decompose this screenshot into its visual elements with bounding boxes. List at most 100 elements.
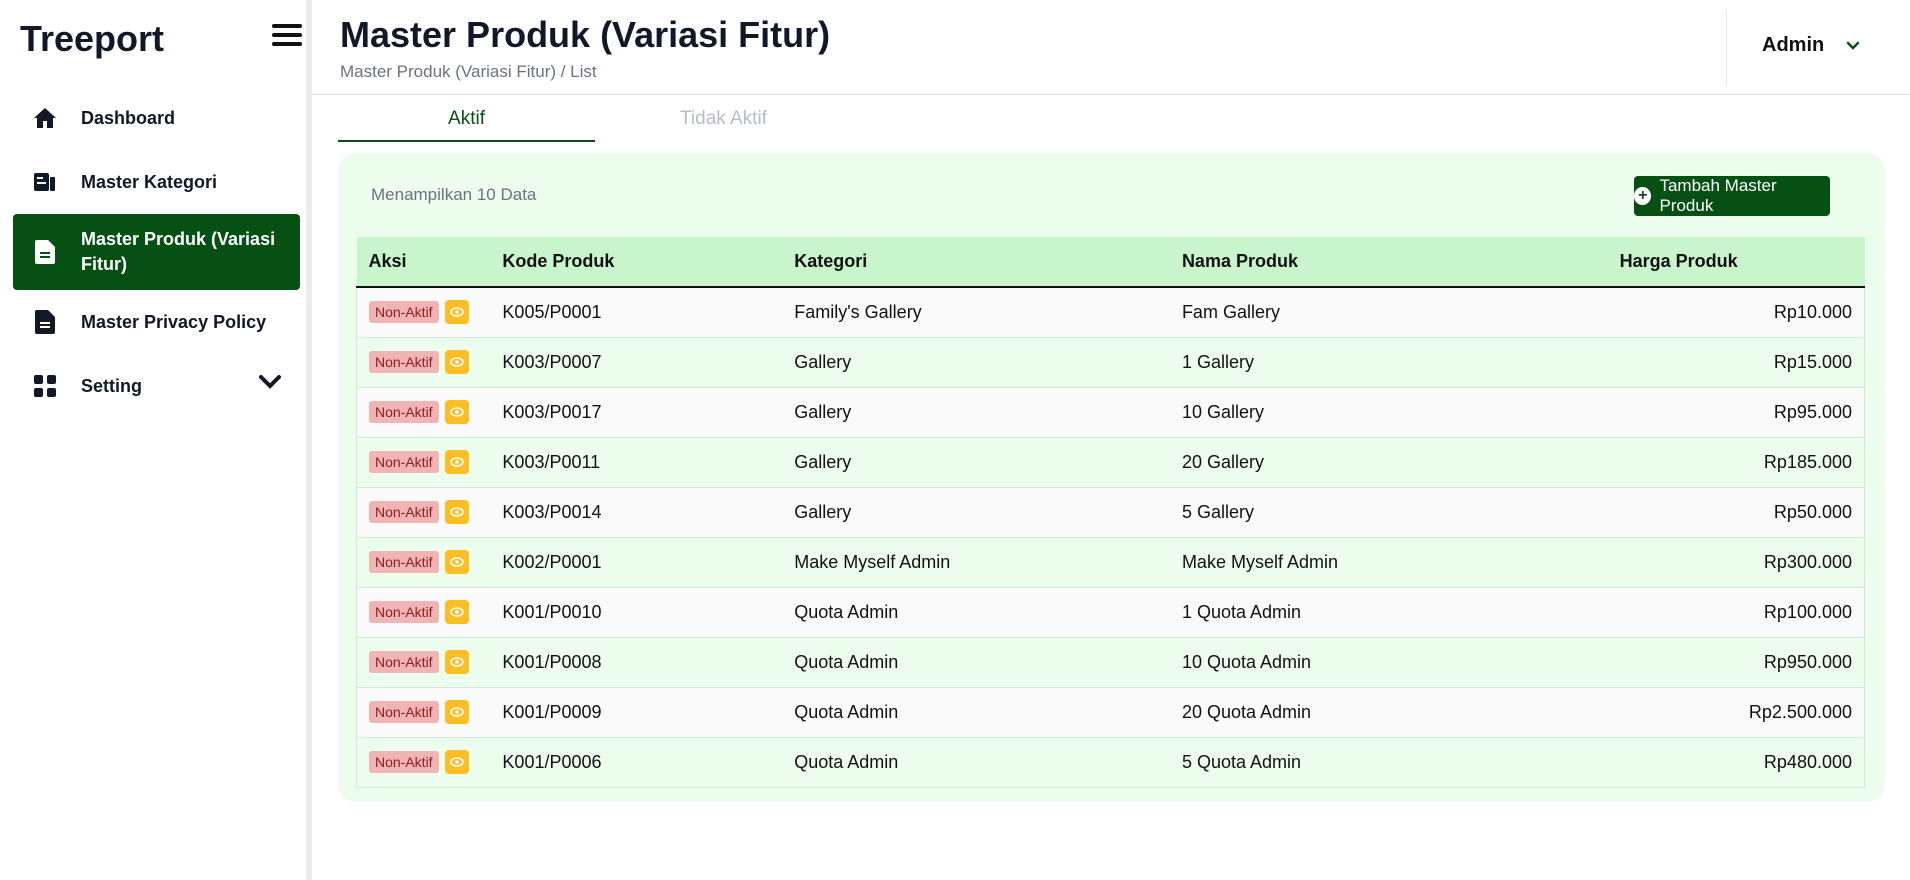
table-row: Non-Aktif K001/P0009 Quota Admin 20 Quota A… [356, 687, 1865, 738]
column-header-harga-produk: Harga Produk [1539, 237, 1865, 288]
product-table: Aksi Kode Produk Kategori Nama Produk Ha… [356, 237, 1865, 788]
add-button-label: Tambah Master Produk [1659, 176, 1777, 215]
sidebar-item-label: Setting [81, 375, 142, 396]
view-eye-icon[interactable] [444, 450, 469, 474]
document-icon [31, 238, 59, 266]
nama-produk-cell: 1 Gallery [1169, 337, 1540, 388]
table-row: Non-Aktif K001/P0008 Quota Admin 10 Quota A… [356, 637, 1865, 688]
harga-produk-cell: Rp480.000 [1539, 737, 1865, 788]
non-aktif-button[interactable]: Non-Aktif [369, 401, 439, 423]
kode-produk-cell: K002/P0001 [490, 537, 783, 588]
view-eye-icon[interactable] [444, 550, 469, 574]
grid-icon [31, 372, 59, 400]
nama-produk-cell: 1 Quota Admin [1169, 587, 1540, 638]
kode-produk-cell: K001/P0006 [490, 737, 783, 788]
table-row: Non-Aktif K003/P0011 Gallery 20 Gallery Rp18… [356, 437, 1865, 488]
action-cell: Non-Aktif [356, 537, 491, 588]
user-name: Admin [1762, 34, 1825, 56]
sidebar-item-label: Master Produk (Variasi Fitur) [81, 228, 276, 274]
non-aktif-button[interactable]: Non-Aktif [369, 701, 439, 723]
kategori-cell: Quota Admin [782, 587, 1170, 638]
harga-produk-cell: Rp95.000 [1539, 387, 1865, 438]
chevron-down-icon [1846, 41, 1860, 50]
kode-produk-cell: K003/P0007 [490, 337, 783, 388]
tab-bar: Aktif Tidak Aktif [338, 96, 853, 142]
harga-produk-cell: Rp2.500.000 [1539, 687, 1865, 738]
table-row: Non-Aktif K001/P0006 Quota Admin 5 Quota Ad… [356, 737, 1865, 788]
view-eye-icon[interactable] [444, 400, 469, 424]
column-header-aksi: Aksi [356, 237, 491, 288]
sidebar-item-setting[interactable]: Setting [13, 354, 300, 418]
non-aktif-button[interactable]: Non-Aktif [369, 601, 439, 623]
sidebar-nav: Dashboard Master Kategori Master Produk … [13, 86, 300, 418]
sidebar-item-master-privacy-policy[interactable]: Master Privacy Policy [13, 290, 300, 354]
table-row: Non-Aktif K001/P0010 Quota Admin 1 Quota Ad… [356, 587, 1865, 638]
non-aktif-button[interactable]: Non-Aktif [369, 351, 439, 373]
sidebar-item-master-produk[interactable]: Master Produk (Variasi Fitur) [13, 214, 300, 290]
action-cell: Non-Aktif [356, 687, 491, 738]
kategori-cell: Make Myself Admin [782, 537, 1170, 588]
kategori-cell: Quota Admin [782, 687, 1170, 738]
harga-produk-cell: Rp100.000 [1539, 587, 1865, 638]
nama-produk-cell: 20 Gallery [1169, 437, 1540, 488]
app-logo: Treeport [20, 18, 165, 59]
harga-produk-cell: Rp50.000 [1539, 487, 1865, 538]
tab-aktif[interactable]: Aktif [338, 96, 595, 142]
chevron-down-icon[interactable] [258, 374, 282, 395]
tab-tidak-aktif[interactable]: Tidak Aktif [595, 96, 852, 142]
table-row: Non-Aktif K002/P0001 Make Myself Admin Make… [356, 537, 1865, 588]
view-eye-icon[interactable] [444, 700, 469, 724]
sidebar-item-dashboard[interactable]: Dashboard [13, 86, 300, 150]
topbar: Master Produk (Variasi Fitur) Master Pro… [312, 0, 1910, 95]
harga-produk-cell: Rp10.000 [1539, 287, 1865, 338]
data-count: Menampilkan 10 Data [371, 185, 537, 204]
harga-produk-cell: Rp15.000 [1539, 337, 1865, 388]
kategori-cell: Gallery [782, 337, 1170, 388]
plus-circle-icon: + [1634, 187, 1652, 205]
kategori-cell: Gallery [782, 487, 1170, 538]
action-cell: Non-Aktif [356, 737, 491, 788]
nama-produk-cell: Fam Gallery [1169, 287, 1540, 338]
non-aktif-button[interactable]: Non-Aktif [369, 501, 439, 523]
view-eye-icon[interactable] [444, 750, 469, 774]
sidebar: Treeport Dashboard Master Kategori Maste… [0, 0, 312, 880]
action-cell: Non-Aktif [356, 337, 491, 388]
nama-produk-cell: 10 Gallery [1169, 387, 1540, 438]
view-eye-icon[interactable] [444, 300, 469, 325]
view-eye-icon[interactable] [444, 500, 469, 524]
add-master-produk-button[interactable]: + Tambah Master Produk [1634, 176, 1830, 216]
harga-produk-cell: Rp185.000 [1539, 437, 1865, 488]
kode-produk-cell: K005/P0001 [490, 287, 783, 338]
nama-produk-cell: 5 Quota Admin [1169, 737, 1540, 788]
nama-produk-cell: 10 Quota Admin [1169, 637, 1540, 688]
kode-produk-cell: K001/P0009 [490, 687, 783, 738]
view-eye-icon[interactable] [444, 350, 469, 374]
action-cell: Non-Aktif [356, 287, 491, 338]
action-cell: Non-Aktif [356, 387, 491, 438]
home-icon [31, 104, 59, 132]
sidebar-item-label: Dashboard [81, 107, 176, 128]
non-aktif-button[interactable]: Non-Aktif [369, 451, 439, 473]
user-menu[interactable]: Admin [1762, 34, 1860, 57]
breadcrumb: Master Produk (Variasi Fitur) / List [340, 62, 597, 81]
non-aktif-button[interactable]: Non-Aktif [369, 751, 439, 773]
nama-produk-cell: 5 Gallery [1169, 487, 1540, 538]
view-eye-icon[interactable] [444, 650, 469, 674]
sidebar-item-master-kategori[interactable]: Master Kategori [13, 150, 300, 214]
table-row: Non-Aktif K003/P0017 Gallery 10 Gallery Rp95… [356, 387, 1865, 438]
kategori-cell: Quota Admin [782, 737, 1170, 788]
table-header-row: Aksi Kode Produk Kategori Nama Produk Ha… [356, 237, 1865, 288]
menu-toggle-icon[interactable] [272, 24, 302, 50]
table-row: Non-Aktif K005/P0001 Family's Gallery Fam G… [356, 287, 1865, 338]
divider [1726, 10, 1727, 84]
kode-produk-cell: K003/P0017 [490, 387, 783, 438]
non-aktif-button[interactable]: Non-Aktif [369, 651, 439, 673]
sidebar-item-label: Master Privacy Policy [81, 311, 267, 332]
non-aktif-button[interactable]: Non-Aktif [369, 301, 439, 324]
kode-produk-cell: K001/P0008 [490, 637, 783, 688]
action-cell: Non-Aktif [356, 487, 491, 538]
view-eye-icon[interactable] [444, 600, 469, 624]
kategori-cell: Gallery [782, 437, 1170, 488]
nama-produk-cell: Make Myself Admin [1169, 537, 1540, 588]
non-aktif-button[interactable]: Non-Aktif [369, 551, 439, 573]
